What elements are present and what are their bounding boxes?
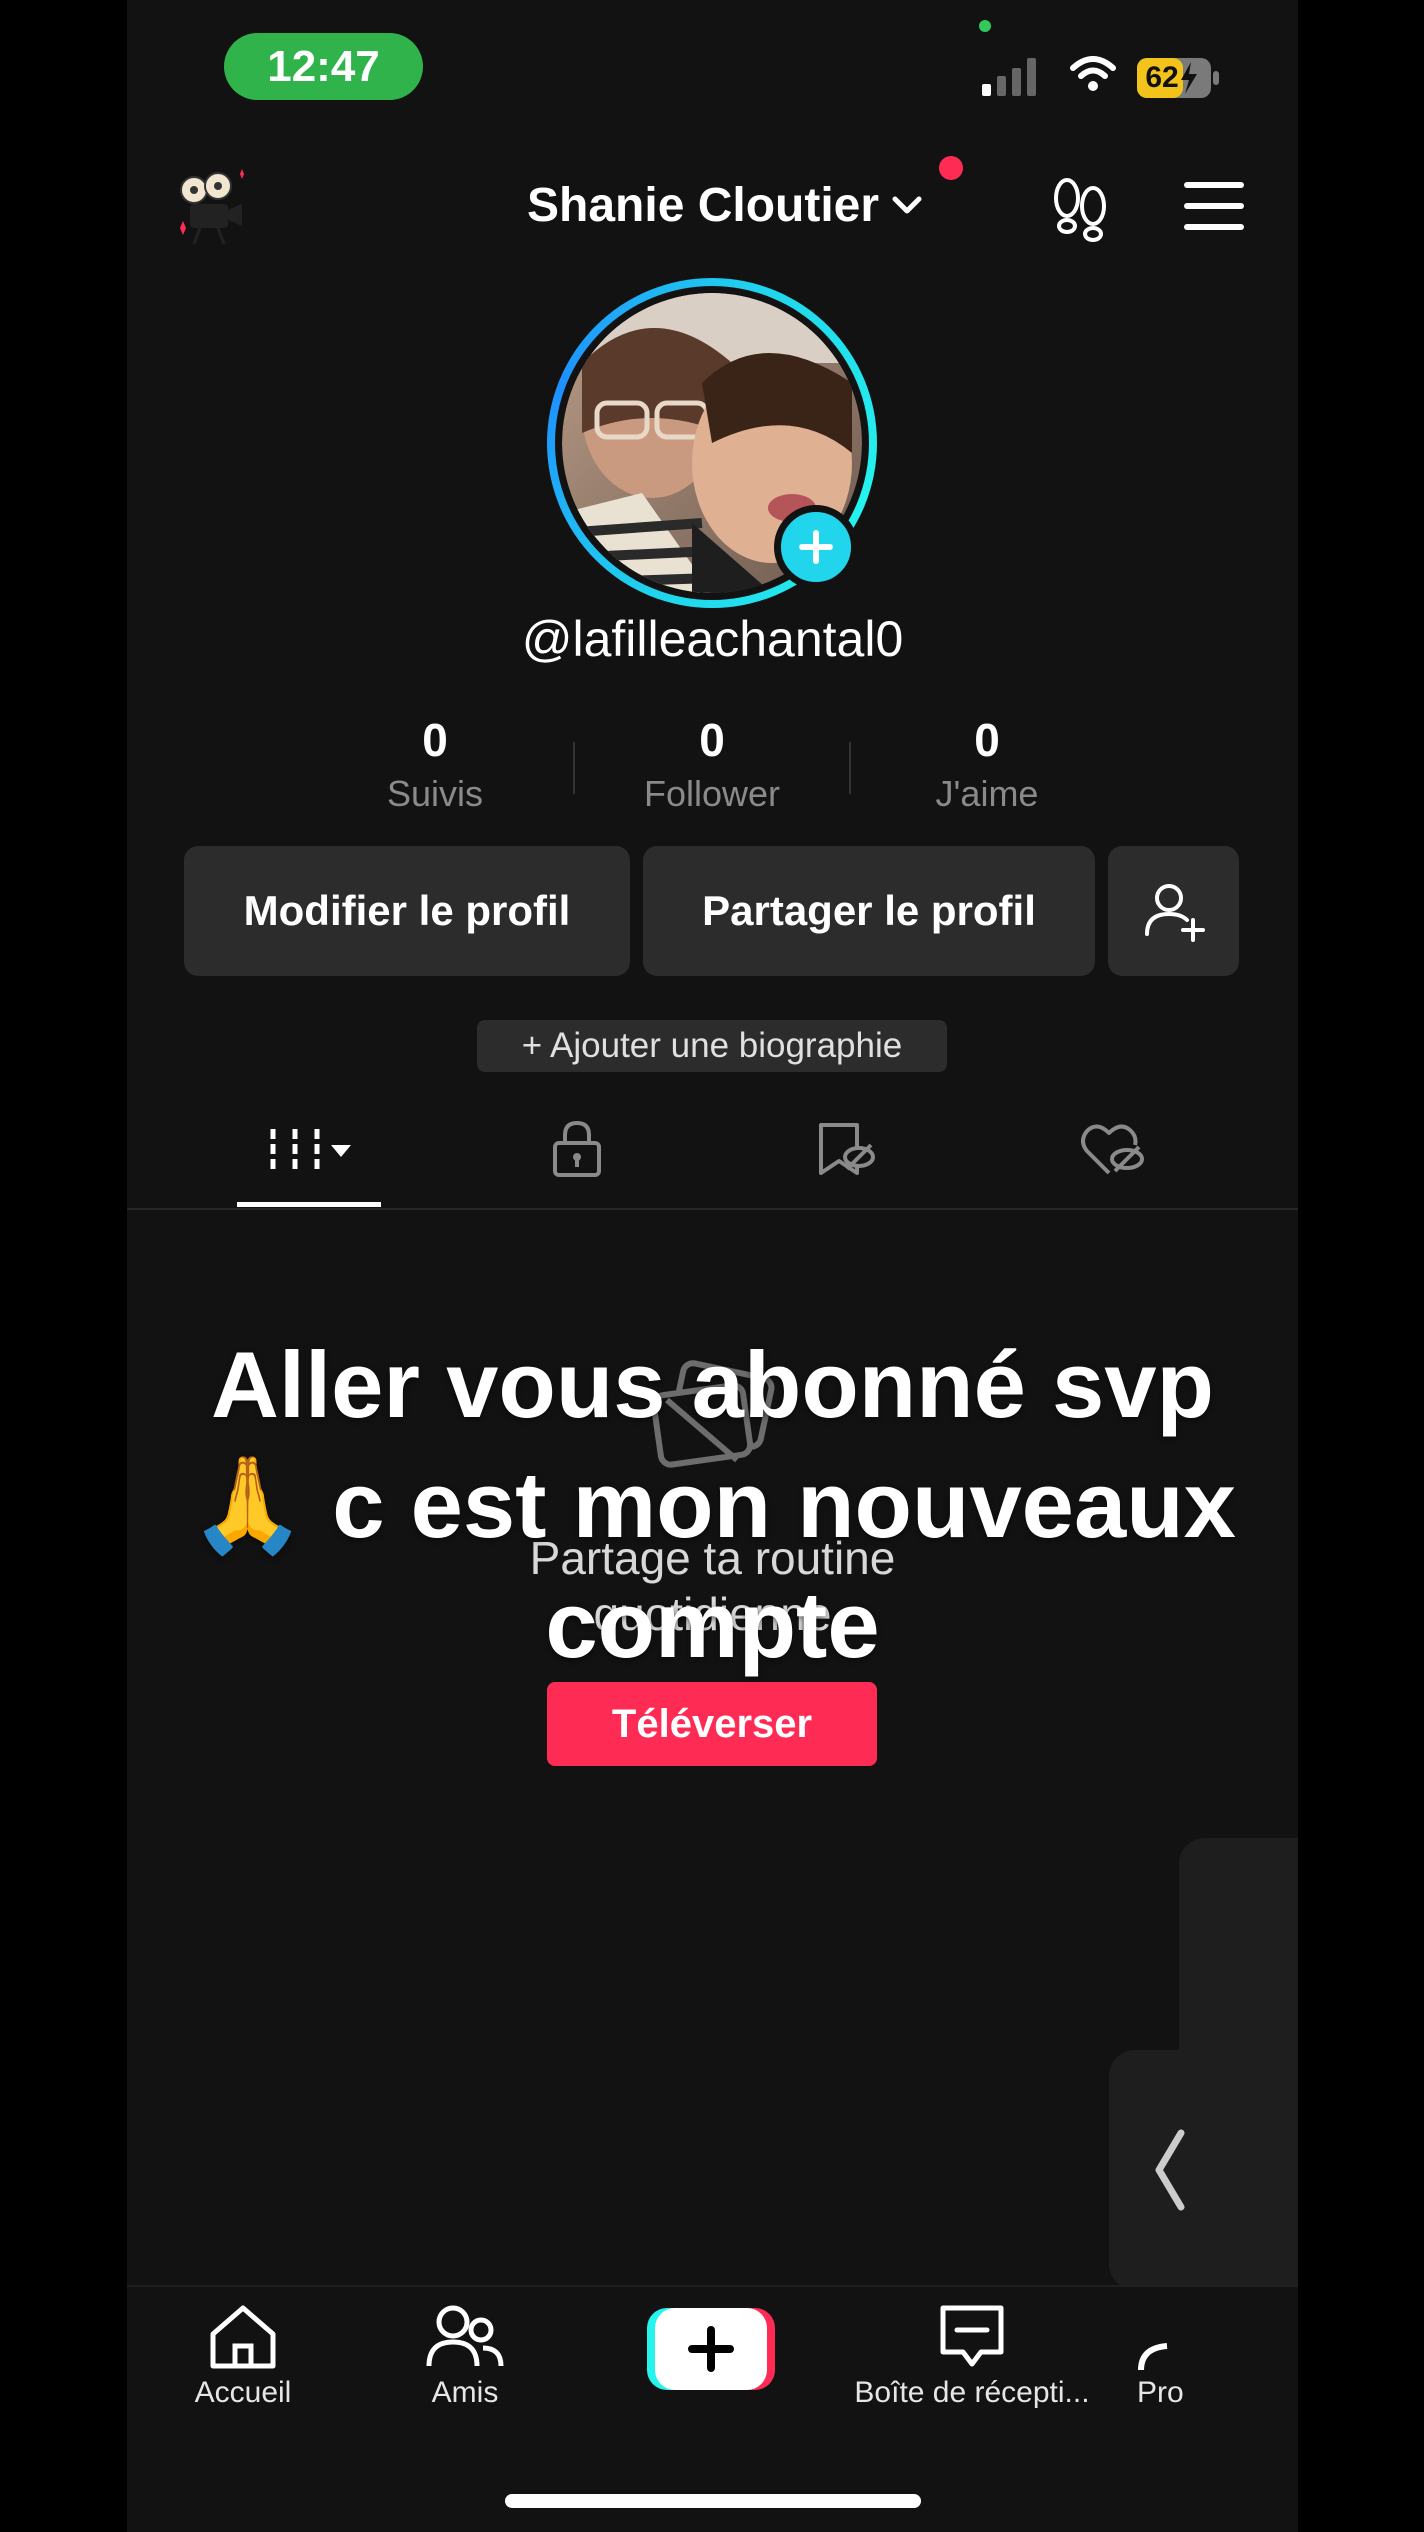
privacy-indicator [979, 20, 991, 32]
profile-handle: @lafilleachantal0 [521, 611, 904, 667]
tab-private[interactable] [502, 1115, 652, 1183]
account-switcher[interactable]: Shanie Cloutier [527, 170, 925, 240]
stat-value: 0 [422, 714, 448, 766]
stat-label: Suivis [386, 773, 484, 814]
stat-value: 0 [974, 714, 1000, 766]
overlay-caption: Aller vous abonné svp 🙏 c est mon nouvea… [127, 1325, 1298, 1685]
stat-divider [573, 742, 575, 794]
edit-profile-button[interactable]: Modifier le profil [184, 846, 630, 976]
add-friend-button[interactable] [1108, 846, 1239, 976]
chevron-left-icon [1155, 2129, 1185, 2211]
nav-label: Pro [1137, 2376, 1184, 2409]
add-bio-button[interactable]: + Ajouter une biographie [477, 1020, 947, 1072]
tabs-divider [127, 1208, 1298, 1210]
film-projector-icon[interactable] [172, 168, 252, 248]
nav-label: Boîte de récepti... [854, 2376, 1090, 2409]
share-profile-button[interactable]: Partager le profil [643, 846, 1095, 976]
caption-line1: Aller vous abonné svp [211, 1332, 1214, 1437]
profile-name: Shanie Cloutier [527, 178, 880, 232]
tab-saved[interactable] [770, 1115, 920, 1183]
caption-line3: compte [545, 1572, 880, 1677]
wifi-icon [1070, 56, 1116, 91]
nav-inbox[interactable]: Boîte de récepti... [827, 2300, 1117, 2410]
grid-filter-icon [270, 1129, 351, 1169]
create-video-button[interactable] [647, 2308, 775, 2390]
cellular-signal-icon [982, 58, 1036, 96]
stat-likes[interactable]: 0 J'aime [877, 710, 1097, 818]
notification-dot [939, 156, 963, 180]
stat-label: Follower [643, 773, 781, 814]
nav-profile[interactable]: Pro [1137, 2300, 1257, 2410]
active-tab-indicator [237, 1202, 381, 1207]
profile-icon [1138, 2343, 1168, 2371]
upload-button[interactable]: Téléverser [547, 1682, 877, 1766]
home-icon [210, 2305, 276, 2369]
nav-friends[interactable]: Amis [425, 2300, 505, 2410]
chevron-down-icon [892, 196, 922, 214]
stat-followers[interactable]: 0 Follower [602, 710, 822, 818]
tab-liked[interactable] [1038, 1115, 1188, 1183]
status-time: 12:47 [224, 33, 423, 100]
caption-line2: 🙏 c est mon nouveaux [189, 1452, 1236, 1557]
battery-level: 62 [1145, 61, 1179, 94]
nav-label: Accueil [194, 2376, 292, 2409]
stat-following[interactable]: 0 Suivis [325, 710, 545, 818]
phone-screen: 12:47 62 Shanie Cloutier @lafilleachanta… [127, 0, 1298, 2532]
home-indicator[interactable] [505, 2494, 921, 2508]
inbox-icon [940, 2305, 1004, 2367]
add-story-button[interactable] [774, 505, 858, 589]
plus-icon [799, 530, 833, 564]
tab-videos[interactable] [234, 1115, 384, 1183]
stat-divider [849, 742, 851, 794]
add-user-icon [1144, 884, 1205, 942]
heart-hidden-icon [1081, 1124, 1144, 1175]
side-panel-handle[interactable] [1109, 2050, 1229, 2290]
bookmark-hidden-icon [819, 1123, 875, 1175]
battery-indicator: 62 [1137, 56, 1221, 100]
profile-views-icon[interactable] [1045, 172, 1115, 242]
stat-label: J'aime [935, 773, 1039, 814]
stat-value: 0 [699, 714, 725, 766]
nav-label: Amis [431, 2376, 499, 2409]
lock-icon [553, 1120, 601, 1177]
friends-icon [426, 2305, 504, 2367]
hamburger-menu-icon[interactable] [1182, 178, 1246, 234]
nav-home[interactable]: Accueil [190, 2300, 296, 2410]
